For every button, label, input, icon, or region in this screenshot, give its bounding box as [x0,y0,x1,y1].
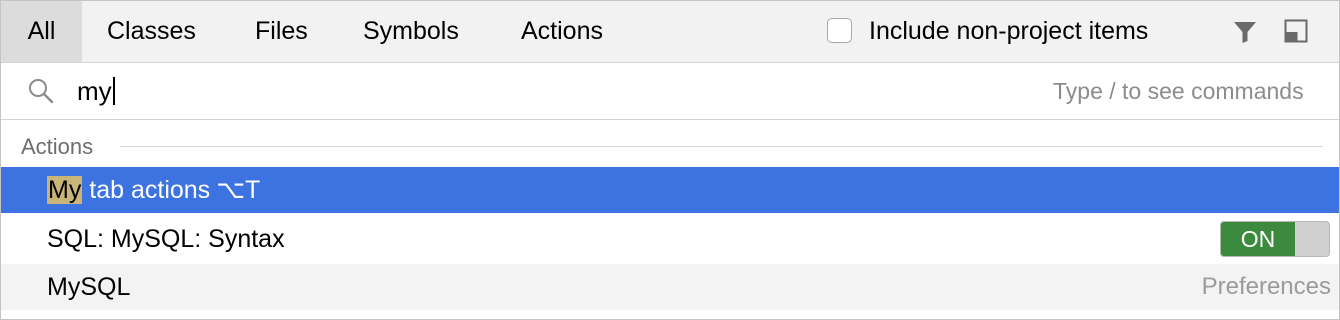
result-item-my-tab-actions[interactable]: My tab actions ⌥T [1,167,1339,213]
match-highlight: My [47,176,83,204]
result-item-location: Preferences [1201,273,1331,300]
search-query: my [77,76,112,106]
tab-actions[interactable]: Actions [521,1,603,62]
tab-all[interactable]: All [1,1,82,62]
include-non-project-label[interactable]: Include non-project items [869,1,1148,62]
search-input[interactable]: my [77,73,115,109]
result-item-sql-mysql-syntax[interactable]: SQL: MySQL: Syntax ON [1,216,1339,262]
section-header-actions: Actions [1,127,1339,167]
include-non-project-checkbox[interactable] [827,18,852,43]
on-off-toggle[interactable]: ON [1220,221,1330,257]
search-everywhere-popup: All Classes Files Symbols Actions Includ… [0,0,1340,320]
window-icon[interactable] [1284,19,1308,43]
filter-icon[interactable] [1232,19,1258,45]
result-item-label: MySQL [47,273,131,301]
tab-classes[interactable]: Classes [107,1,196,62]
tab-files[interactable]: Files [255,1,308,62]
search-hint: Type / to see commands [1053,78,1304,104]
search-row: my Type / to see commands [1,63,1339,120]
tab-symbols[interactable]: Symbols [363,1,459,62]
toggle-on-label: ON [1221,222,1295,256]
keyboard-shortcut: ⌥T [216,176,261,204]
result-item-label: My tab actions ⌥T [47,167,260,213]
search-icon [29,79,54,104]
section-label: Actions [21,134,94,159]
result-item-label: SQL: MySQL: Syntax [47,225,285,253]
section-divider [120,146,1323,147]
tab-bar: All Classes Files Symbols Actions Includ… [1,1,1339,63]
result-item-mysql[interactable]: MySQL Preferences [1,264,1339,310]
result-item-rest: tab actions [82,176,211,204]
text-caret [112,77,115,105]
